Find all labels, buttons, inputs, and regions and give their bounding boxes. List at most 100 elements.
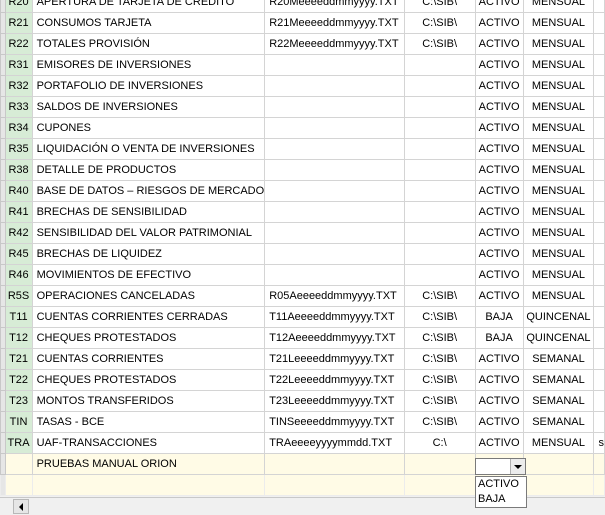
cell-path[interactable]: C:\SIB\ <box>403 0 476 13</box>
cell-status[interactable]: ACTIVO <box>474 390 524 412</box>
cell-period[interactable]: SEMANAL <box>522 348 595 370</box>
cell-status[interactable]: BAJA <box>474 327 524 349</box>
table-row[interactable]: R41 BRECHAS DE SENSIBILIDAD ACTIVO MENSUAL <box>0 201 605 223</box>
cell-extra[interactable] <box>593 180 605 202</box>
cell-code[interactable]: R45 <box>4 243 33 265</box>
table-row[interactable]: R21 CONSUMOS TARJETA R21Meeeeddmmyyyy.TXT C… <box>0 12 605 34</box>
cell-extra[interactable] <box>593 96 605 118</box>
cell-file[interactable] <box>264 201 405 223</box>
cell-code[interactable]: T22 <box>4 369 33 391</box>
cell-status[interactable]: ACTIVO <box>474 54 524 76</box>
table-row[interactable]: R35 LIQUIDACIÓN O VENTA DE INVERSIONES ACT… <box>0 138 605 160</box>
cell-path[interactable]: C:\SIB\ <box>403 327 476 349</box>
cell-extra[interactable] <box>593 138 605 160</box>
cell-file[interactable]: R20Meeeeddmmyyyy.TXT <box>264 0 405 13</box>
cell-file[interactable]: TINSeeeeddmmyyyy.TXT <box>264 411 405 433</box>
cell-status[interactable]: ACTIVO <box>474 75 524 97</box>
table-row[interactable]: R32 PORTAFOLIO DE INVERSIONES ACTIVO MENSUA… <box>0 75 605 97</box>
cell-status[interactable]: ACTIVO <box>474 348 524 370</box>
cell-code[interactable]: R41 <box>4 201 33 223</box>
cell-file[interactable] <box>264 96 405 118</box>
cell-status[interactable]: ACTIVO <box>474 33 524 55</box>
cell-name[interactable]: CHEQUES PROTESTADOS <box>31 327 266 349</box>
table-row[interactable]: R5S OPERACIONES CANCELADAS R05Aeeeeddmmyyy… <box>0 285 605 307</box>
cell-file[interactable] <box>264 54 405 76</box>
cell-period[interactable]: MENSUAL <box>522 138 595 160</box>
cell-extra[interactable]: s <box>593 432 605 454</box>
table-row[interactable]: R31 EMISORES DE INVERSIONES ACTIVO MENSUAL <box>0 54 605 76</box>
cell-period[interactable]: SEMANAL <box>522 390 595 412</box>
cell-extra[interactable] <box>593 12 605 34</box>
cell-empty[interactable] <box>264 474 405 496</box>
cell-status[interactable]: ACTIVO <box>474 201 524 223</box>
cell-empty[interactable] <box>31 474 266 496</box>
cell-extra[interactable] <box>593 411 605 433</box>
cell-path[interactable] <box>403 264 476 286</box>
table-row[interactable]: R22 TOTALES PROVISIÓN R22Meeeeddmmyyyy.TXT… <box>0 33 605 55</box>
cell-status[interactable]: ACTIVO <box>474 369 524 391</box>
cell-name[interactable]: PRUEBAS MANUAL ORION <box>31 453 266 475</box>
cell-file[interactable]: T12Aeeeeddmmyyyy.TXT <box>264 327 405 349</box>
cell-extra[interactable] <box>593 159 605 181</box>
cell-empty[interactable] <box>403 474 476 496</box>
cell-period[interactable]: MENSUAL <box>522 201 595 223</box>
cell-code[interactable]: R38 <box>4 159 33 181</box>
cell-path[interactable]: C:\SIB\ <box>403 33 476 55</box>
cell-code[interactable] <box>4 453 33 475</box>
cell-name[interactable]: PORTAFOLIO DE INVERSIONES <box>31 75 266 97</box>
cell-file[interactable] <box>264 453 405 475</box>
cell-file[interactable]: TRAeeeeyyyymmdd.TXT <box>264 432 405 454</box>
cell-name[interactable]: CHEQUES PROTESTADOS <box>31 369 266 391</box>
cell-name[interactable]: CUENTAS CORRIENTES CERRADAS <box>31 306 266 328</box>
cell-code[interactable]: T11 <box>4 306 33 328</box>
cell-extra[interactable] <box>593 222 605 244</box>
cell-extra[interactable] <box>593 327 605 349</box>
cell-extra[interactable] <box>593 264 605 286</box>
cell-code[interactable]: R21 <box>4 12 33 34</box>
cell-status[interactable]: ACTIVO <box>474 117 524 139</box>
cell-period[interactable] <box>522 453 595 475</box>
cell-name[interactable]: CONSUMOS TARJETA <box>31 12 266 34</box>
table-row[interactable]: T22 CHEQUES PROTESTADOS T22Leeeeddmmyyyy.T… <box>0 369 605 391</box>
cell-status[interactable]: ACTIVO <box>474 432 524 454</box>
cell-period[interactable]: MENSUAL <box>522 12 595 34</box>
cell-path[interactable] <box>403 222 476 244</box>
cell-extra[interactable] <box>593 453 605 475</box>
cell-period[interactable]: MENSUAL <box>522 264 595 286</box>
cell-status[interactable]: ACTIVO <box>474 180 524 202</box>
status-combobox[interactable] <box>475 458 526 475</box>
cell-file[interactable]: T23Leeeeddmmyyyy.TXT <box>264 390 405 412</box>
table-row[interactable]: R46 MOVIMIENTOS DE EFECTIVO ACTIVO MENSUAL <box>0 264 605 286</box>
cell-code[interactable]: R5S <box>4 285 33 307</box>
cell-file[interactable]: R22Meeeeddmmyyyy.TXT <box>264 33 405 55</box>
cell-file[interactable] <box>264 138 405 160</box>
cell-status[interactable]: ACTIVO <box>474 285 524 307</box>
table-row[interactable]: T21 CUENTAS CORRIENTES T21Leeeeddmmyyyy.TX… <box>0 348 605 370</box>
cell-file[interactable] <box>264 159 405 181</box>
arrow-left-icon[interactable] <box>13 499 29 514</box>
cell-extra[interactable] <box>593 348 605 370</box>
table-row[interactable]: R38 DETALLE DE PRODUCTOS ACTIVO MENSUAL <box>0 159 605 181</box>
cell-path[interactable]: C:\ <box>403 432 476 454</box>
cell-period[interactable]: MENSUAL <box>522 432 595 454</box>
cell-period[interactable]: MENSUAL <box>522 75 595 97</box>
table-row[interactable]: R45 BRECHAS DE LIQUIDEZ ACTIVO MENSUAL <box>0 243 605 265</box>
cell-status[interactable]: ACTIVO <box>474 138 524 160</box>
cell-path[interactable] <box>403 453 476 475</box>
cell-file[interactable] <box>264 117 405 139</box>
table-row[interactable]: TRA UAF-TRANSACCIONES TRAeeeeyyyymmdd.TXT C… <box>0 432 605 454</box>
table-row[interactable]: R42 SENSIBILIDAD DEL VALOR PATRIMONIAL ACT… <box>0 222 605 244</box>
cell-file[interactable] <box>264 222 405 244</box>
cell-code[interactable]: TRA <box>4 432 33 454</box>
table-row[interactable]: R33 SALDOS DE INVERSIONES ACTIVO MENSUAL <box>0 96 605 118</box>
cell-extra[interactable] <box>593 75 605 97</box>
cell-status[interactable]: ACTIVO <box>474 96 524 118</box>
cell-name[interactable]: SENSIBILIDAD DEL VALOR PATRIMONIAL <box>31 222 266 244</box>
dropdown-option-baja[interactable]: BAJA <box>476 492 526 507</box>
cell-name[interactable]: BASE DE DATOS – RIESGOS DE MERCADO <box>31 180 266 202</box>
cell-extra[interactable] <box>593 0 605 13</box>
cell-path[interactable] <box>403 96 476 118</box>
cell-empty[interactable] <box>522 474 595 496</box>
cell-path[interactable]: C:\SIB\ <box>403 390 476 412</box>
cell-name[interactable]: BRECHAS DE LIQUIDEZ <box>31 243 266 265</box>
